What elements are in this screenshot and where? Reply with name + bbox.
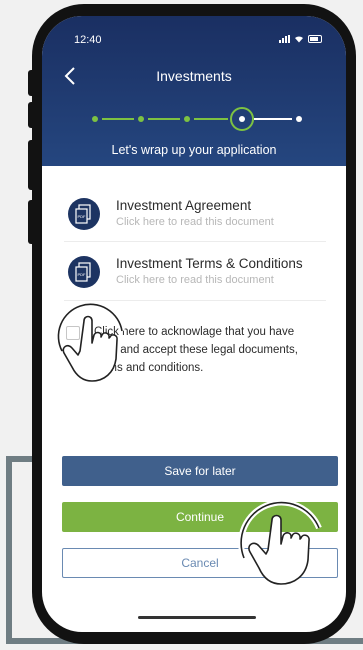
page-title: Investments bbox=[156, 68, 232, 84]
svg-text:PDF: PDF bbox=[78, 272, 87, 277]
step-connector bbox=[148, 118, 180, 120]
document-terms-conditions[interactable]: PDF Investment Terms & Conditions Click … bbox=[64, 244, 326, 298]
status-time: 12:40 bbox=[74, 34, 102, 46]
document-investment-agreement[interactable]: PDF Investment Agreement Click here to r… bbox=[64, 186, 326, 240]
app-header: 12:40 Investments Let's wrap up your app… bbox=[42, 16, 346, 166]
step-connector bbox=[254, 118, 292, 120]
signal-icon bbox=[279, 35, 290, 43]
step-dot-pending bbox=[296, 116, 302, 122]
pdf-icon: PDF bbox=[68, 198, 100, 230]
document-subtitle: Click here to read this document bbox=[116, 274, 274, 286]
svg-text:PDF: PDF bbox=[78, 214, 87, 219]
step-connector bbox=[102, 118, 134, 120]
step-connector bbox=[194, 118, 228, 120]
step-dot-complete bbox=[138, 116, 144, 122]
pdf-icon: PDF bbox=[68, 256, 100, 288]
callout-connector bbox=[6, 456, 12, 644]
battery-icon bbox=[308, 35, 322, 43]
step-dot-complete bbox=[92, 116, 98, 122]
status-icons bbox=[279, 35, 322, 43]
document-title: Investment Terms & Conditions bbox=[116, 256, 303, 271]
document-subtitle: Click here to read this document bbox=[116, 216, 274, 228]
phone-frame: 12:40 Investments Let's wrap up your app… bbox=[32, 4, 356, 644]
divider bbox=[64, 241, 326, 242]
wifi-icon bbox=[295, 36, 303, 43]
app-screen: 12:40 Investments Let's wrap up your app… bbox=[42, 16, 346, 632]
document-title: Investment Agreement bbox=[116, 198, 252, 213]
home-indicator bbox=[138, 616, 256, 619]
tap-hand-icon bbox=[55, 301, 125, 382]
step-dot-complete bbox=[184, 116, 190, 122]
step-current bbox=[230, 107, 254, 131]
tap-hand-icon bbox=[238, 499, 322, 585]
progress-stepper bbox=[92, 107, 302, 131]
page-subtitle: Let's wrap up your application bbox=[111, 143, 277, 157]
